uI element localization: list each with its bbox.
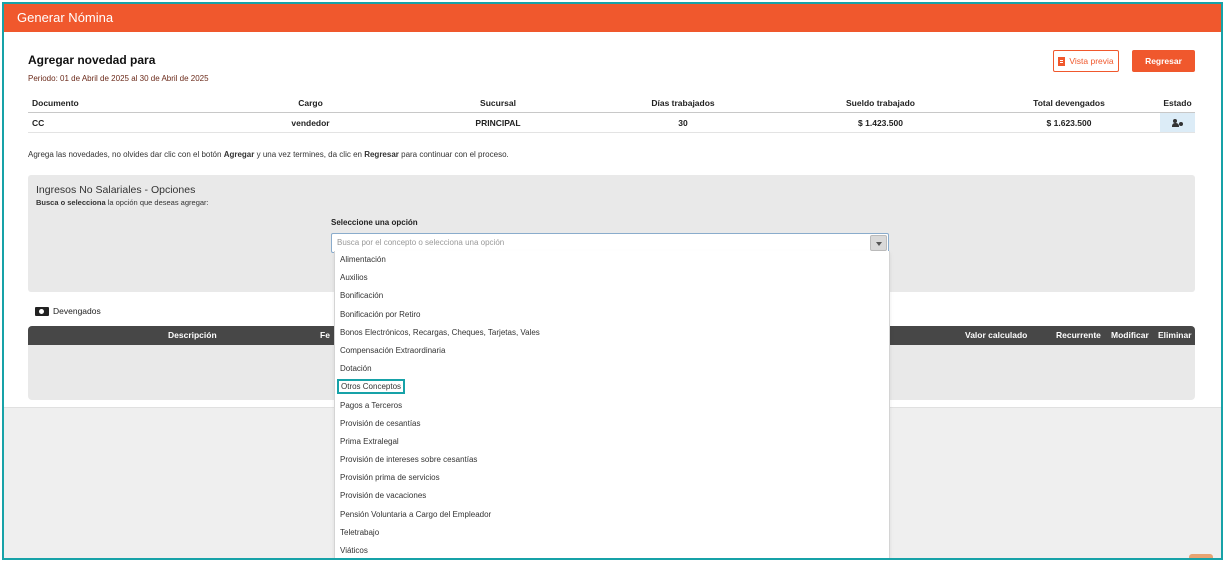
select-label: Seleccione una opción (331, 218, 418, 227)
dropdown-option-label: Alimentación (340, 255, 386, 264)
dropdown-option[interactable]: Auxilios (335, 269, 889, 287)
money-icon (35, 306, 49, 316)
cell-documento: CC (32, 117, 45, 128)
cell-sucursal: PRINCIPAL (475, 117, 521, 128)
note-text-3: para continuar con el proceso. (398, 150, 509, 159)
back-button[interactable]: Regresar (1132, 50, 1195, 72)
panel-subtitle-bold: Busca o selecciona (36, 198, 106, 207)
estado-button[interactable] (1160, 113, 1195, 132)
employee-summary-table: Documento Cargo Sucursal Días trabajados… (28, 94, 1195, 133)
col-descripcion: Descripción (168, 330, 217, 340)
dropdown-option[interactable]: Teletrabajo (335, 524, 889, 542)
col-dias: Días trabajados (651, 98, 715, 108)
instructions-text: Agrega las novedades, no olvides dar cli… (28, 150, 509, 159)
note-bold-agregar: Agregar (223, 150, 255, 159)
dropdown-option-label: Auxilios (340, 273, 368, 283)
dropdown-option[interactable]: Provisión de intereses sobre cesantías (335, 451, 889, 469)
dropdown-option-label: Compensación Extraordinaria (340, 345, 446, 355)
dropdown-option[interactable]: Provisión de vacaciones (335, 487, 889, 505)
period-text: Periodo: 01 de Abril de 2025 al 30 de Ab… (28, 74, 209, 83)
col-estado: Estado (1163, 98, 1192, 108)
user-status-icon (1172, 118, 1183, 127)
dropdown-option-label: Bonificación (340, 291, 384, 301)
col-total: Total devengados (1033, 98, 1105, 108)
col-cargo: Cargo (298, 98, 323, 108)
header-title: Generar Nómina (17, 10, 114, 25)
dropdown-option-label: Viáticos (340, 546, 368, 555)
preview-button-label: Vista previa (1069, 56, 1114, 66)
panel-title: Ingresos No Salariales - Opciones (36, 184, 196, 196)
select-placeholder: Busca por el concepto o selecciona una o… (337, 238, 505, 247)
dropdown-option-label: Teletrabajo (340, 527, 380, 537)
dropdown-option[interactable]: Bonificación (335, 287, 889, 305)
panel-subtitle-rest: la opción que deseas agregar: (105, 198, 209, 207)
option-search-select[interactable]: Busca por el concepto o selecciona una o… (331, 233, 889, 253)
dropdown-option[interactable]: Otros Conceptos (335, 378, 889, 396)
dropdown-option-label: Pensión Voluntaria a Cargo del Empleador (340, 509, 492, 519)
dropdown-option[interactable]: Alimentación (335, 251, 889, 269)
note-bold-regresar: Regresar (364, 150, 399, 159)
dropdown-option[interactable]: Viáticos (335, 542, 889, 558)
col-eliminar: Eliminar (1158, 330, 1192, 340)
dropdown-option-label: Pagos a Terceros (340, 400, 403, 410)
dropdown-option-label: Provisión de vacaciones (340, 491, 427, 501)
note-text-2: y una vez termines, da clic en (254, 150, 365, 159)
dropdown-option-label: Prima Extralegal (340, 436, 399, 446)
summary-header-row: Documento Cargo Sucursal Días trabajados… (28, 94, 1195, 113)
cell-total: $ 1.623.500 (1046, 117, 1092, 128)
devengados-section-label: Devengados (35, 306, 101, 316)
col-fecha: Fe (320, 330, 330, 340)
col-valor-calculado: Valor calculado (965, 330, 1028, 340)
dropdown-option-label: Provisión prima de servicios (340, 473, 440, 483)
col-documento: Documento (32, 98, 79, 108)
col-sueldo: Sueldo trabajado (846, 98, 915, 108)
cell-sueldo: $ 1.423.500 (858, 117, 903, 128)
dropdown-option[interactable]: Prima Extralegal (335, 433, 889, 451)
header-bar: Generar Nómina (4, 4, 1221, 32)
panel-subtitle: Busca o selecciona la opción que deseas … (36, 198, 209, 207)
cell-cargo: vendedor (291, 117, 330, 128)
cell-dias: 30 (678, 117, 688, 128)
dropdown-option[interactable]: Bonificación por Retiro (335, 306, 889, 324)
page-title: Agregar novedad para (28, 53, 156, 67)
dropdown-option[interactable]: Provisión de cesantías (335, 415, 889, 433)
col-recurrente: Recurrente (1056, 330, 1101, 340)
chevron-down-icon[interactable] (870, 235, 887, 251)
dropdown-option[interactable]: Compensación Extraordinaria (335, 342, 889, 360)
dropdown-option-label: Bonificación por Retiro (340, 309, 421, 319)
dropdown-option-label: Dotación (340, 364, 372, 374)
dropdown-option-label: Otros Conceptos (337, 379, 406, 395)
dropdown-option-label: Provisión de intereses sobre cesantías (340, 455, 478, 465)
dropdown-option[interactable]: Pagos a Terceros (335, 397, 889, 415)
dropdown-option[interactable]: Bonos Electrónicos, Recargas, Cheques, T… (335, 324, 889, 342)
back-button-label: Regresar (1145, 56, 1182, 66)
document-icon (1058, 56, 1066, 66)
note-text-1: Agrega las novedades, no olvides dar cli… (28, 150, 224, 159)
options-dropdown-list: Alimentación Auxilios Bonificación Bonifica… (334, 251, 890, 558)
dropdown-option[interactable]: Pensión Voluntaria a Cargo del Empleador (335, 506, 889, 524)
devengados-label: Devengados (53, 306, 101, 316)
dropdown-option-label: Provisión de cesantías (340, 418, 421, 428)
preview-button[interactable]: Vista previa (1053, 50, 1119, 72)
corner-widget[interactable] (1189, 554, 1213, 558)
dropdown-option-label: Bonos Electrónicos, Recargas, Cheques, T… (340, 327, 540, 337)
col-sucursal: Sucursal (480, 98, 516, 108)
app-frame: Generar Nómina Agregar novedad para Peri… (2, 2, 1223, 560)
dropdown-option[interactable]: Dotación (335, 360, 889, 378)
summary-row: CC vendedor PRINCIPAL 30 $ 1.423.500 $ 1… (28, 113, 1195, 133)
col-modificar: Modificar (1111, 330, 1149, 340)
dropdown-option[interactable]: Provisión prima de servicios (335, 469, 889, 487)
